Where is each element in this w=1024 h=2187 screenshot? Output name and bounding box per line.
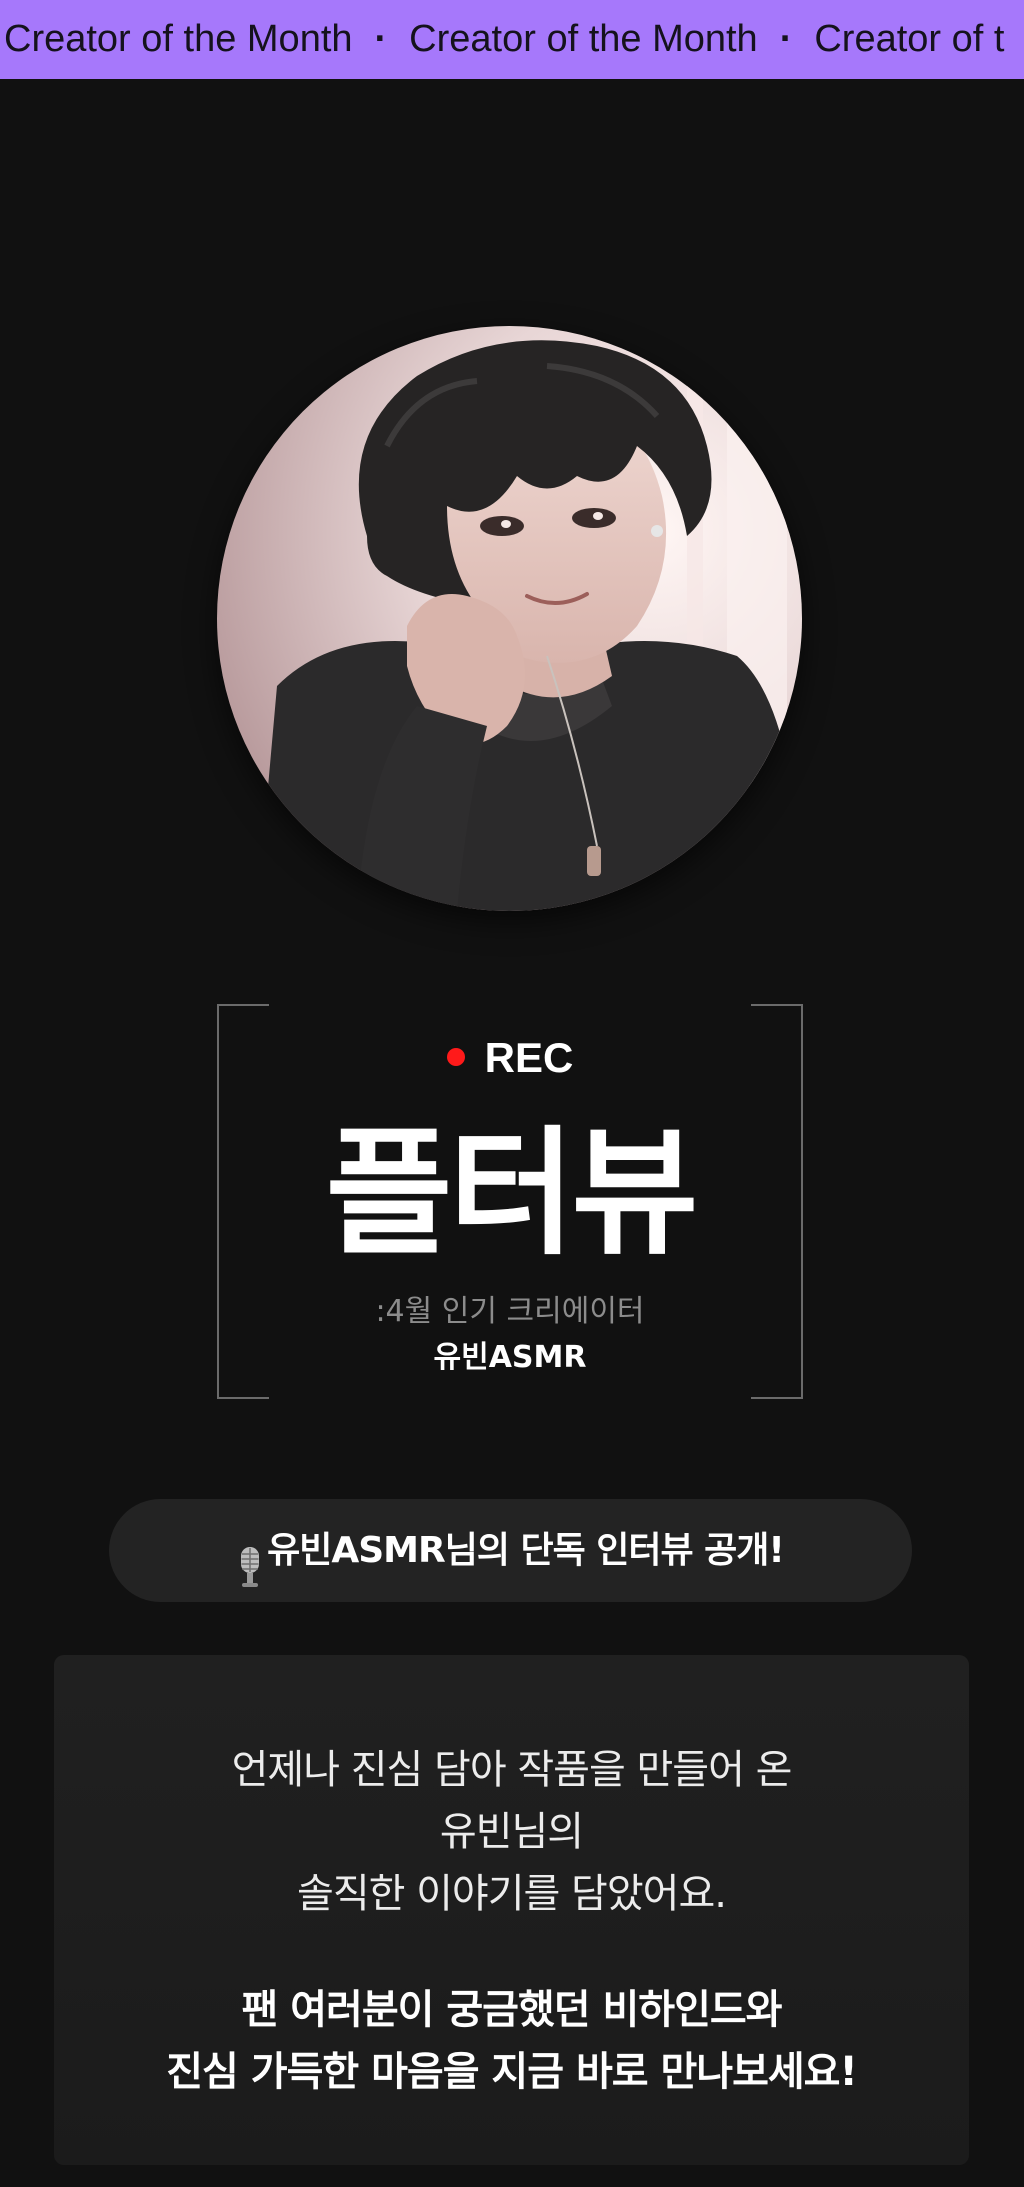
creator-avatar <box>217 326 802 911</box>
page-subtitle: :4월 인기 크리에이터 <box>375 1294 645 1329</box>
intro-line: 솔직한 이야기를 담았어요. <box>297 1871 727 1917</box>
interview-announcement-pill: 유빈ASMR님의 단독 인터뷰 공개! <box>109 1499 912 1602</box>
interview-pill-label: 유빈ASMR님의 단독 인터뷰 공개! <box>267 1530 785 1571</box>
banner-item: Creator of the Month <box>4 18 353 60</box>
intro-highlight-line: 진심 가득한 마음을 지금 바로 만나보세요! <box>166 2049 857 2095</box>
intro-line: 언제나 진심 담아 작품을 만들어 온 <box>231 1747 793 1793</box>
creator-name: 유빈ASMR <box>433 1340 587 1375</box>
creator-of-month-banner: Creator of the Month · Creator of the Mont… <box>0 0 1024 79</box>
intro-card: 언제나 진심 담아 작품을 만들어 온 유빈님의 솔직한 이야기를 담았어요. … <box>54 1655 969 2165</box>
banner-track: Creator of the Month · Creator of the Mont… <box>4 0 1004 79</box>
rec-dot-icon <box>446 1047 465 1066</box>
page-title: 플터뷰 <box>325 1113 699 1274</box>
rec-panel: REC 플터뷰 :4월 인기 크리에이터 유빈ASMR <box>217 1004 803 1399</box>
rec-indicator: REC <box>217 1030 803 1086</box>
intro-highlight-line: 팬 여러분이 궁금했던 비하인드와 <box>241 1987 783 2033</box>
microphone-icon <box>237 1526 263 1587</box>
banner-separator: · <box>374 18 388 60</box>
banner-separator: · <box>779 18 793 60</box>
intro-line: 유빈님의 <box>439 1809 584 1855</box>
avatar-illustration <box>217 326 802 911</box>
rec-label: REC <box>484 1034 574 1081</box>
banner-item: Creator of the Month <box>409 18 758 60</box>
banner-item: Creator of t <box>814 18 1005 60</box>
